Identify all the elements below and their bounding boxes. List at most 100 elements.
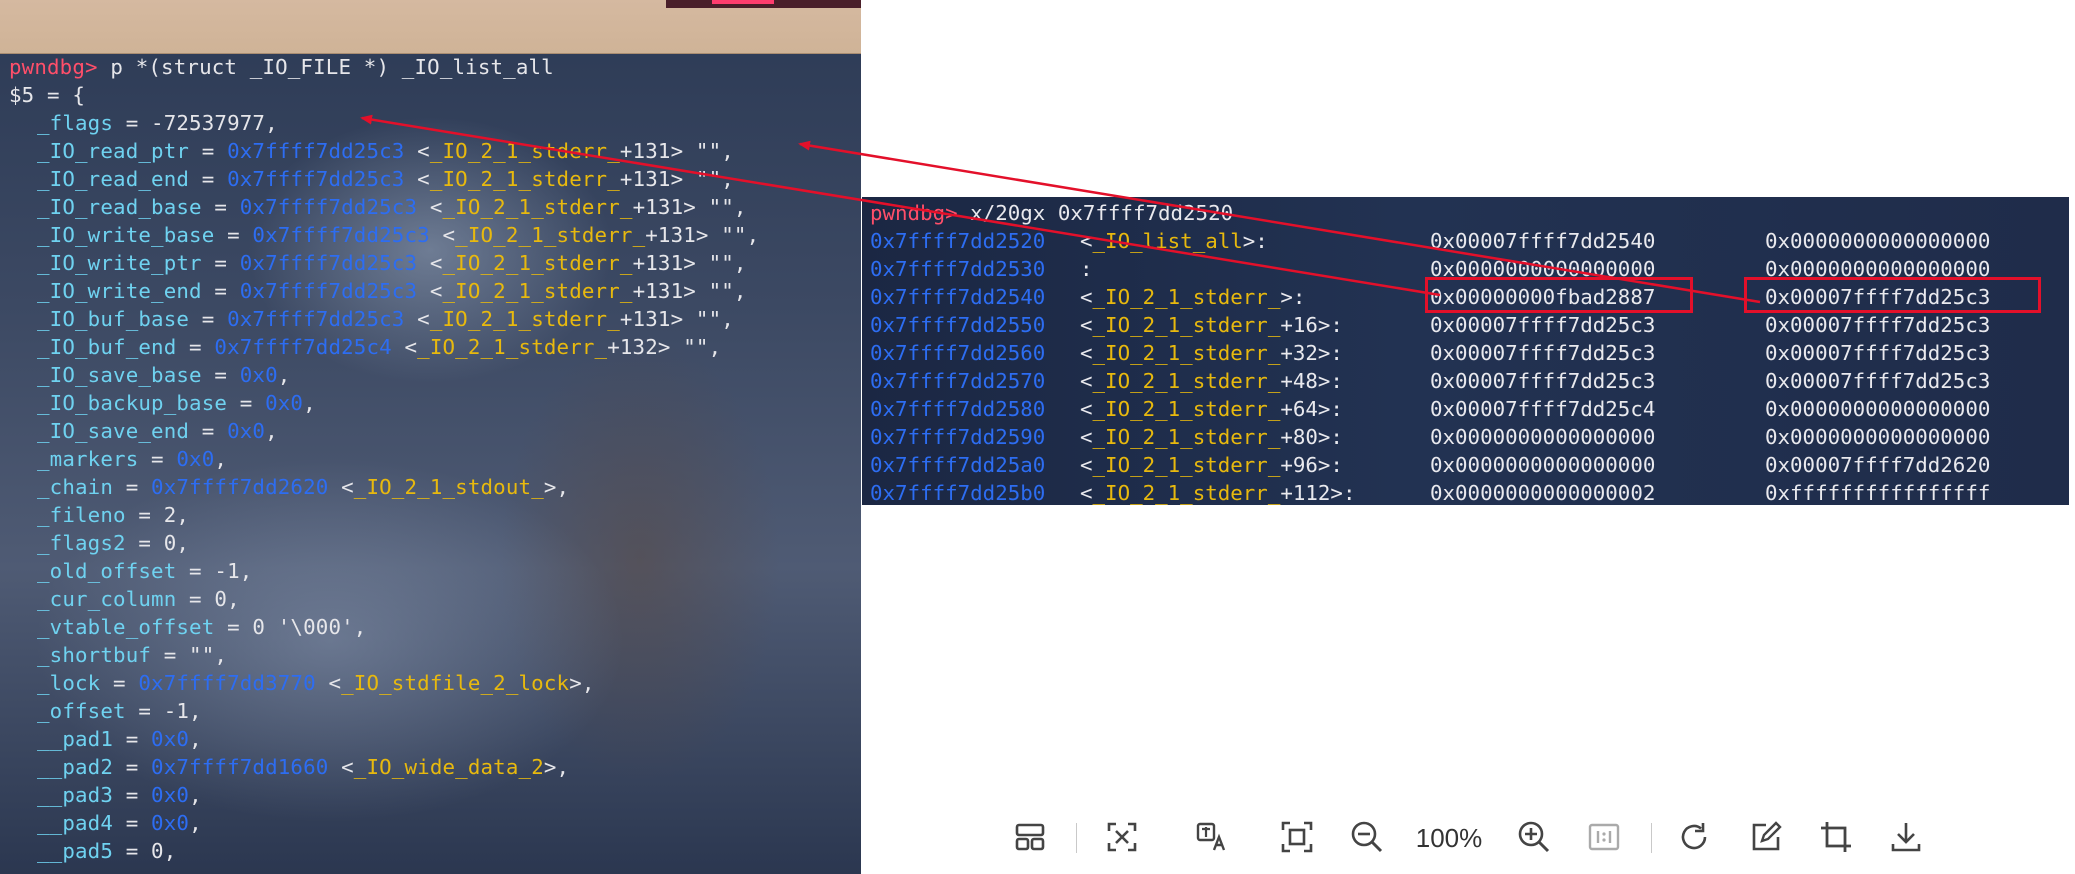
struct-field-line: _shortbuf = "", <box>9 641 759 669</box>
memory-address: 0x7ffff7dd2550 <box>870 313 1046 337</box>
memory-address: 0x7ffff7dd2560 <box>870 341 1046 365</box>
struct-field-line: _IO_read_base = 0x7ffff7dd25c3 <_IO_2_1_… <box>9 193 759 221</box>
symbol-name: _IO_2_1_stderr_ <box>455 223 646 247</box>
field-name: _IO_read_end <box>37 167 190 191</box>
memory-symbol: <_IO_2_1_stderr_+80>: <box>1080 425 1343 449</box>
right-terminal-output: pwndbg> x/20gx 0x7ffff7dd2520 0x7ffff7dd… <box>870 199 1990 505</box>
memory-row: 0x7ffff7dd2580 <_IO_2_1_stderr_+64>: 0x000… <box>870 395 1990 423</box>
select-area-icon[interactable] <box>1100 815 1144 859</box>
memory-symbol: <_IO_2_1_stderr_+64>: <box>1080 397 1343 421</box>
download-icon[interactable] <box>1884 815 1928 859</box>
value-text: = <box>201 363 240 387</box>
address-value: 0x0 <box>227 419 266 443</box>
rotate-icon[interactable] <box>1672 815 1716 859</box>
field-name: _vtable_offset <box>37 615 215 639</box>
value-text: +131> "", <box>632 279 747 303</box>
symbol-name: _IO_2_1_stderr_ <box>429 167 620 191</box>
address-value: 0x7ffff7dd25c3 <box>227 167 405 191</box>
symbol-name: _IO_2_1_stderr_ <box>1092 481 1281 505</box>
value-text: < <box>404 307 430 331</box>
field-name: _IO_write_base <box>37 223 215 247</box>
field-name: _flags <box>37 111 114 135</box>
field-name: _fileno <box>37 503 126 527</box>
field-name: _IO_read_base <box>37 195 202 219</box>
address-value: 0x7ffff7dd25c4 <box>214 335 392 359</box>
struct-field-line: __pad5 = 0, <box>9 837 759 865</box>
memory-symbol: <_IO_2_1_stderr_+16>: <box>1080 313 1343 337</box>
memory-symbol: : <box>1080 257 1093 281</box>
value-text: < <box>391 335 418 359</box>
address-value: 0x7ffff7dd25c3 <box>227 139 405 163</box>
memory-row: 0x7ffff7dd2530:0x0000000000000000 0x00000… <box>870 255 1990 283</box>
command-text: p *(struct _IO_FILE *) _IO_list_all <box>97 55 554 79</box>
value-text: < <box>328 475 354 499</box>
value-text: , <box>277 363 291 387</box>
struct-field-line: _IO_save_end = 0x0, <box>9 417 759 445</box>
value-text: , <box>265 419 278 443</box>
address-value: 0x7ffff7dd25c3 <box>239 279 418 303</box>
struct-field-line: _lock = 0x7ffff7dd3770 <_IO_stdfile_2_lo… <box>9 669 759 697</box>
address-value: 0x7ffff7dd25c3 <box>227 307 405 331</box>
address-value: 0x7ffff7dd2620 <box>151 475 329 499</box>
value-text: = <box>189 139 228 163</box>
value-text: = 0, <box>125 531 190 555</box>
struct-field-line: _markers = 0x0, <box>9 445 759 473</box>
value-text: < <box>328 755 354 779</box>
symbol-name: _IO_2_1_stderr_ <box>1092 397 1281 421</box>
struct-field-line: _flags = -72537977, <box>9 109 759 137</box>
memory-row: 0x7ffff7dd2540 <_IO_2_1_stderr_>: 0x000000… <box>870 283 1990 311</box>
struct-field-line: __pad3 = 0x0, <box>9 781 759 809</box>
value-text: +131> "", <box>645 223 760 247</box>
struct-field-line: _IO_write_end = 0x7ffff7dd25c3 <_IO_2_1_… <box>9 277 759 305</box>
value-text: = <box>201 279 240 303</box>
zoom-in-icon[interactable] <box>1512 815 1556 859</box>
edit-icon[interactable] <box>1744 815 1788 859</box>
address-value: 0x0 <box>151 783 190 807</box>
memory-value-1: 0x0000000000000000 <box>1430 453 1656 477</box>
value-text: = <box>138 447 177 471</box>
value-text: +131> "", <box>619 167 734 191</box>
symbol-name: _IO_2_1_stderr_ <box>1092 453 1281 477</box>
memory-value-2: 0x00007ffff7dd25c3 <box>1765 369 1991 393</box>
memory-address: 0x7ffff7dd2570 <box>870 369 1046 393</box>
memory-value-2: 0x00007ffff7dd2620 <box>1765 453 1991 477</box>
toolbar-separator <box>1076 823 1077 853</box>
fit-screen-icon[interactable] <box>1275 815 1319 859</box>
command-line: pwndbg> p *(struct _IO_FILE *) _IO_list_… <box>9 53 759 81</box>
field-name: _IO_buf_base <box>37 307 190 331</box>
struct-field-line: _old_offset = -1, <box>9 557 759 585</box>
memory-value-2: 0xffffffffffffffff <box>1765 481 1991 505</box>
translate-icon[interactable] <box>1190 815 1234 859</box>
value-text: = -1, <box>176 559 253 583</box>
address-value: 0x7ffff7dd25c3 <box>239 251 418 275</box>
value-text: = <box>189 307 228 331</box>
value-text: +132> "", <box>607 335 722 359</box>
memory-row: 0x7ffff7dd2590 <_IO_2_1_stderr_+80>: 0x000… <box>870 423 1990 451</box>
layout-icon[interactable] <box>1008 815 1052 859</box>
value-text: , <box>189 811 202 835</box>
value-text: = <box>214 223 253 247</box>
memory-row: 0x7ffff7dd2550 <_IO_2_1_stderr_+16>: 0x000… <box>870 311 1990 339</box>
terminal-title-bar[interactable] <box>0 0 861 54</box>
symbol-name: _IO_2_1_stderr_ <box>1092 341 1281 365</box>
field-name: _IO_buf_end <box>37 335 177 359</box>
struct-field-line: _IO_read_end = 0x7ffff7dd25c3 <_IO_2_1_s… <box>9 165 759 193</box>
toolbar-separator <box>1651 823 1652 853</box>
crop-icon[interactable] <box>1814 815 1858 859</box>
image-viewer-toolbar: 100% <box>1000 805 1940 869</box>
field-name: _old_offset <box>37 559 177 583</box>
value-text: = 0 '\000', <box>214 615 367 639</box>
value-text: = <box>189 167 228 191</box>
struct-field-line: _fileno = 2, <box>9 501 759 529</box>
field-name: _IO_write_ptr <box>37 251 202 275</box>
value-text: = <box>113 783 152 807</box>
actual-size-icon[interactable] <box>1582 815 1626 859</box>
value-text: = <box>113 811 152 835</box>
memory-symbol: <_IO_2_1_stderr_+112>: <box>1080 481 1356 505</box>
zoom-out-icon[interactable] <box>1345 815 1389 859</box>
value-text: = <box>227 391 266 415</box>
struct-field-line: _chain = 0x7ffff7dd2620 <_IO_2_1_stdout_… <box>9 473 759 501</box>
memory-symbol: <_IO_list_all>: <box>1080 229 1268 253</box>
struct-field-line: _flags2 = 0, <box>9 529 759 557</box>
memory-value-2: 0x0000000000000000 <box>1765 229 1991 253</box>
